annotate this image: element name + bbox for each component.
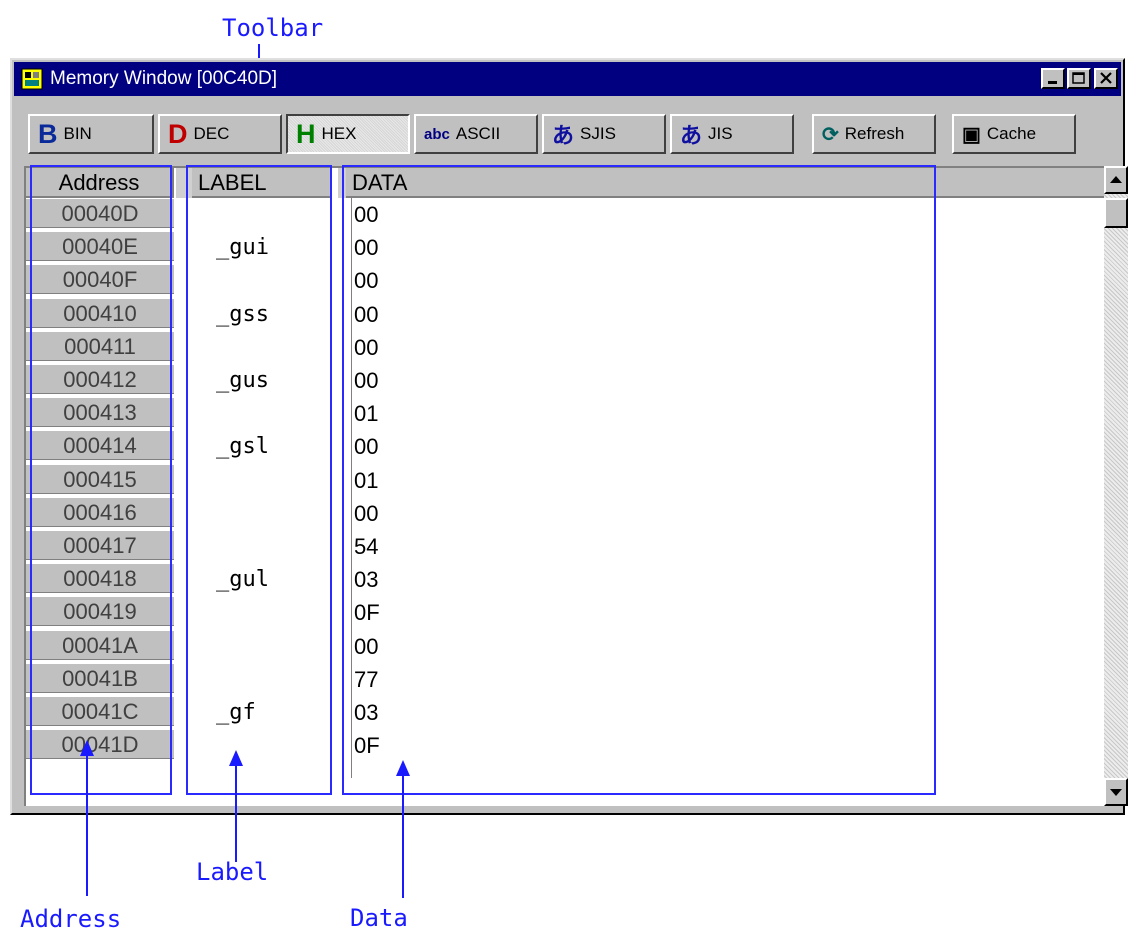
bin-button[interactable]: B BIN — [28, 114, 154, 154]
data-column-header[interactable]: DATA — [346, 168, 1106, 198]
sjis-label: SJIS — [580, 124, 616, 143]
data-cell[interactable]: 0F — [354, 598, 380, 628]
memory-grid[interactable]: Address LABEL DATA 00040D 00 00040E _gui 00 0… — [24, 166, 1106, 806]
scroll-down-button[interactable] — [1104, 778, 1128, 806]
data-callout-arrow — [396, 760, 410, 776]
address-cell[interactable]: 00040E — [26, 231, 174, 262]
address-cell[interactable]: 00041C — [26, 696, 174, 726]
header-gap — [176, 168, 192, 198]
address-callout-arrow — [80, 740, 94, 756]
minimize-icon — [1048, 81, 1057, 84]
data-cell[interactable]: 03 — [354, 698, 378, 728]
refresh-icon: ⟳ — [822, 123, 839, 146]
memory-window: Memory Window [00C40D] B BIN D DEC H HEX… — [10, 58, 1128, 815]
label-cell[interactable]: _gf — [216, 698, 256, 728]
data-cell[interactable]: 00 — [354, 300, 378, 330]
address-cell[interactable]: 000411 — [26, 330, 174, 361]
ascii-label: ASCII — [455, 124, 501, 143]
bin-icon: B — [38, 118, 58, 149]
data-callout-line — [402, 776, 404, 898]
address-cell[interactable]: 00041B — [26, 662, 174, 693]
ascii-button[interactable]: abc ASCII — [414, 114, 538, 154]
address-cell[interactable]: 000412 — [26, 364, 174, 394]
cache-button[interactable]: ▣ Cache — [952, 114, 1076, 154]
address-cell[interactable]: 00040F — [26, 264, 174, 295]
bin-label: BIN — [63, 124, 92, 143]
window-title: Memory Window [00C40D] — [50, 68, 278, 89]
jis-button[interactable]: あ JIS — [670, 114, 794, 154]
address-cell[interactable]: 000419 — [26, 596, 174, 627]
data-cell[interactable]: 00 — [354, 632, 378, 662]
scroll-thumb[interactable] — [1104, 198, 1128, 228]
data-cell[interactable]: 00 — [354, 432, 378, 462]
address-column-header[interactable]: Address — [26, 168, 174, 198]
data-cell[interactable]: 00 — [354, 499, 378, 529]
column-separator — [351, 198, 352, 778]
address-cell[interactable]: 000417 — [26, 530, 174, 560]
label-callout-text: Label — [196, 858, 269, 886]
data-cell[interactable]: 54 — [354, 532, 378, 562]
abc-icon: abc — [424, 125, 450, 143]
label-cell[interactable]: _gul — [216, 565, 269, 595]
data-cell[interactable]: 0F — [354, 731, 380, 761]
refresh-button[interactable]: ⟳ Refresh — [812, 114, 936, 154]
address-cell[interactable]: 000413 — [26, 397, 174, 428]
dec-icon: D — [168, 118, 188, 149]
data-cell[interactable]: 01 — [354, 466, 378, 496]
dec-label: DEC — [193, 124, 230, 143]
hex-label: HEX — [321, 124, 357, 143]
data-cell[interactable]: 00 — [354, 233, 378, 263]
close-button[interactable] — [1094, 68, 1118, 89]
label-callout-arrow — [229, 750, 243, 766]
data-cell[interactable]: 03 — [354, 565, 378, 595]
arrow-down-icon — [1110, 789, 1122, 796]
close-icon — [1100, 72, 1112, 84]
toolbar-callout-text: Toolbar — [222, 14, 324, 42]
scroll-up-button[interactable] — [1104, 166, 1128, 194]
address-cell[interactable]: 00041D — [26, 729, 174, 760]
address-cell[interactable]: 00041A — [26, 629, 174, 660]
sjis-button[interactable]: あ SJIS — [542, 114, 666, 154]
hex-icon: H — [296, 118, 316, 149]
maximize-button[interactable] — [1067, 68, 1091, 89]
data-cell[interactable]: 00 — [354, 333, 378, 363]
jis-icon: あ — [680, 123, 703, 148]
jis-label: JIS — [708, 124, 733, 143]
label-column-header[interactable]: LABEL — [192, 168, 332, 198]
sjis-icon: あ — [552, 123, 575, 148]
address-cell[interactable]: 000416 — [26, 496, 174, 527]
cache-label: Cache — [986, 124, 1037, 143]
header-gap — [338, 168, 346, 198]
address-callout-line — [86, 756, 88, 896]
label-cell[interactable]: _gsl — [216, 432, 269, 462]
refresh-label: Refresh — [844, 124, 905, 143]
dec-button[interactable]: D DEC — [158, 114, 282, 154]
minimize-button[interactable] — [1041, 68, 1065, 89]
address-cell[interactable]: 000414 — [26, 430, 174, 461]
data-cell[interactable]: 01 — [354, 399, 378, 429]
label-callout-line — [235, 766, 237, 862]
arrow-up-icon — [1110, 176, 1122, 183]
address-cell[interactable]: 000415 — [26, 463, 174, 494]
data-cell[interactable]: 00 — [354, 266, 378, 296]
maximize-icon — [1072, 72, 1085, 84]
memory-window-icon — [21, 68, 43, 90]
label-cell[interactable]: _gss — [216, 300, 269, 330]
address-cell[interactable]: 000418 — [26, 563, 174, 594]
address-cell[interactable]: 000410 — [26, 297, 174, 328]
label-cell[interactable]: _gus — [216, 366, 269, 396]
title-bar[interactable]: Memory Window [00C40D] — [14, 62, 1121, 96]
vertical-scrollbar[interactable] — [1104, 166, 1128, 806]
address-callout-text: Address — [20, 905, 122, 933]
label-cell[interactable]: _gui — [216, 233, 269, 263]
address-cell[interactable]: 00040D — [26, 198, 174, 228]
data-cell[interactable]: 00 — [354, 366, 378, 396]
data-cell[interactable]: 77 — [354, 665, 378, 695]
data-callout-text: Data — [350, 904, 408, 932]
cache-icon: ▣ — [962, 123, 981, 146]
data-cell[interactable]: 00 — [354, 200, 378, 230]
hex-button[interactable]: H HEX — [286, 114, 410, 154]
